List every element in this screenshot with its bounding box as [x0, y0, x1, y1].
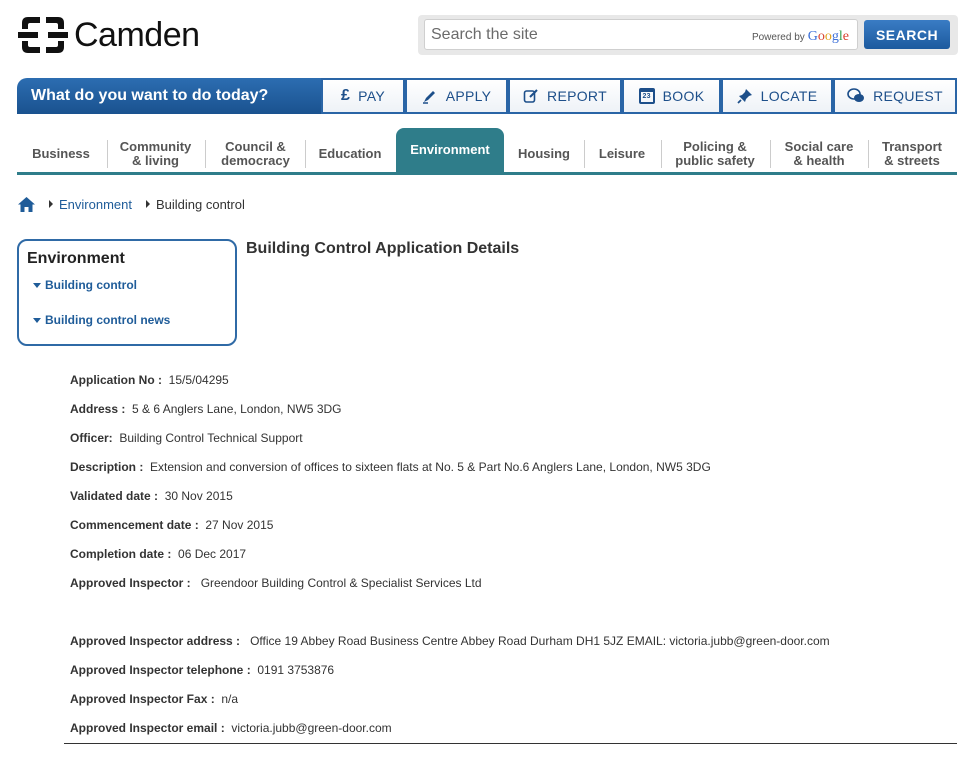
- detail-row-description: Description : Extension and conversion o…: [70, 460, 711, 474]
- detail-row-address: Address : 5 & 6 Anglers Lane, London, NW…: [70, 402, 342, 416]
- home-icon[interactable]: [18, 196, 35, 212]
- nav-item-transport-streets[interactable]: Transport & streets: [869, 136, 955, 172]
- sidebar-link-building-control-news[interactable]: Building control news: [33, 313, 170, 327]
- nav-item-policing-public-safety[interactable]: Policing & public safety: [662, 136, 768, 172]
- detail-row-inspector-telephone: Approved Inspector telephone : 0191 3753…: [70, 663, 335, 677]
- report-button[interactable]: REPORT: [508, 78, 622, 114]
- breadcrumb: Environment Building control: [18, 195, 245, 213]
- request-label: REQUEST: [873, 88, 943, 104]
- detail-row-inspector-email: Approved Inspector email : victoria.jubb…: [70, 721, 392, 735]
- pay-button[interactable]: £ PAY: [321, 78, 405, 114]
- nav-item-social-care-health[interactable]: Social care & health: [771, 136, 867, 172]
- detail-row-inspector-address: Approved Inspector address : Office 19 A…: [70, 634, 830, 648]
- powered-by-google: Powered by Google: [752, 29, 849, 45]
- chat-icon: [847, 88, 865, 102]
- powered-by-label: Powered by: [751, 32, 805, 43]
- nav-item-leisure[interactable]: Leisure: [585, 136, 659, 172]
- nav-item-education[interactable]: Education: [306, 136, 394, 172]
- nav-item-business[interactable]: Business: [17, 136, 105, 172]
- sidebar-link-building-control[interactable]: Building control: [33, 278, 137, 292]
- camden-logo-icon: [18, 17, 68, 53]
- main-nav: Business Community & living Council & demo…: [17, 128, 957, 175]
- apply-label: APPLY: [445, 88, 492, 104]
- logo-text: Camden: [74, 16, 200, 54]
- page-title: Building Control Application Details: [246, 240, 520, 257]
- detail-row-application-no: Application No : 15/5/04295: [70, 373, 229, 387]
- search-box: Powered by Google: [424, 19, 858, 50]
- detail-row-inspector-fax: Approved Inspector Fax : n/a: [70, 692, 239, 706]
- detail-row-completion-date: Completion date : 06 Dec 2017: [70, 547, 247, 561]
- detail-row-commencement-date: Commencement date : 27 Nov 2015: [70, 518, 274, 532]
- search-button[interactable]: SEARCH: [864, 20, 950, 49]
- pay-label: PAY: [358, 88, 386, 104]
- pen-icon: [422, 91, 435, 104]
- caret-down-icon: [33, 282, 41, 288]
- pin-icon: [736, 89, 752, 104]
- nav-item-community-living[interactable]: Community & living: [108, 136, 203, 172]
- calendar-icon: 23: [638, 88, 655, 104]
- nav-item-environment[interactable]: Environment: [396, 128, 504, 172]
- edit-icon: [523, 89, 538, 103]
- sidebar-title: Environment: [27, 250, 125, 267]
- action-bar: What do you want to do today? £ PAY APPL…: [17, 78, 957, 114]
- report-label: REPORT: [547, 88, 607, 104]
- site-search: Powered by Google SEARCH: [418, 15, 958, 55]
- locate-label: LOCATE: [760, 88, 818, 104]
- camden-logo[interactable]: Camden: [18, 14, 200, 56]
- book-label: BOOK: [662, 88, 705, 104]
- breadcrumb-arrow-icon: [49, 200, 53, 208]
- caret-down-icon: [33, 317, 41, 323]
- action-bar-title: What do you want to do today?: [17, 78, 321, 114]
- pound-icon: £: [340, 87, 351, 104]
- breadcrumb-environment[interactable]: Environment: [59, 197, 132, 212]
- breadcrumb-building-control: Building control: [155, 196, 245, 212]
- google-logo: Google: [807, 29, 849, 44]
- detail-row-approved-inspector: Approved Inspector : Greendoor Building …: [70, 576, 482, 590]
- detail-row-validated-date: Validated date : 30 Nov 2015: [70, 489, 233, 503]
- sidebar-environment: Environment Building control Building co…: [17, 239, 237, 346]
- request-button[interactable]: REQUEST: [833, 78, 957, 114]
- search-input[interactable]: [431, 23, 731, 47]
- breadcrumb-arrow-icon: [145, 200, 150, 208]
- apply-button[interactable]: APPLY: [405, 78, 508, 114]
- divider: [64, 743, 957, 744]
- locate-button[interactable]: LOCATE: [721, 78, 833, 114]
- detail-row-officer: Officer: Building Control Technical Supp…: [70, 431, 303, 445]
- book-button[interactable]: 23 BOOK: [622, 78, 721, 114]
- nav-item-council-democracy[interactable]: Council & democracy: [206, 136, 305, 172]
- nav-item-housing[interactable]: Housing: [506, 136, 582, 172]
